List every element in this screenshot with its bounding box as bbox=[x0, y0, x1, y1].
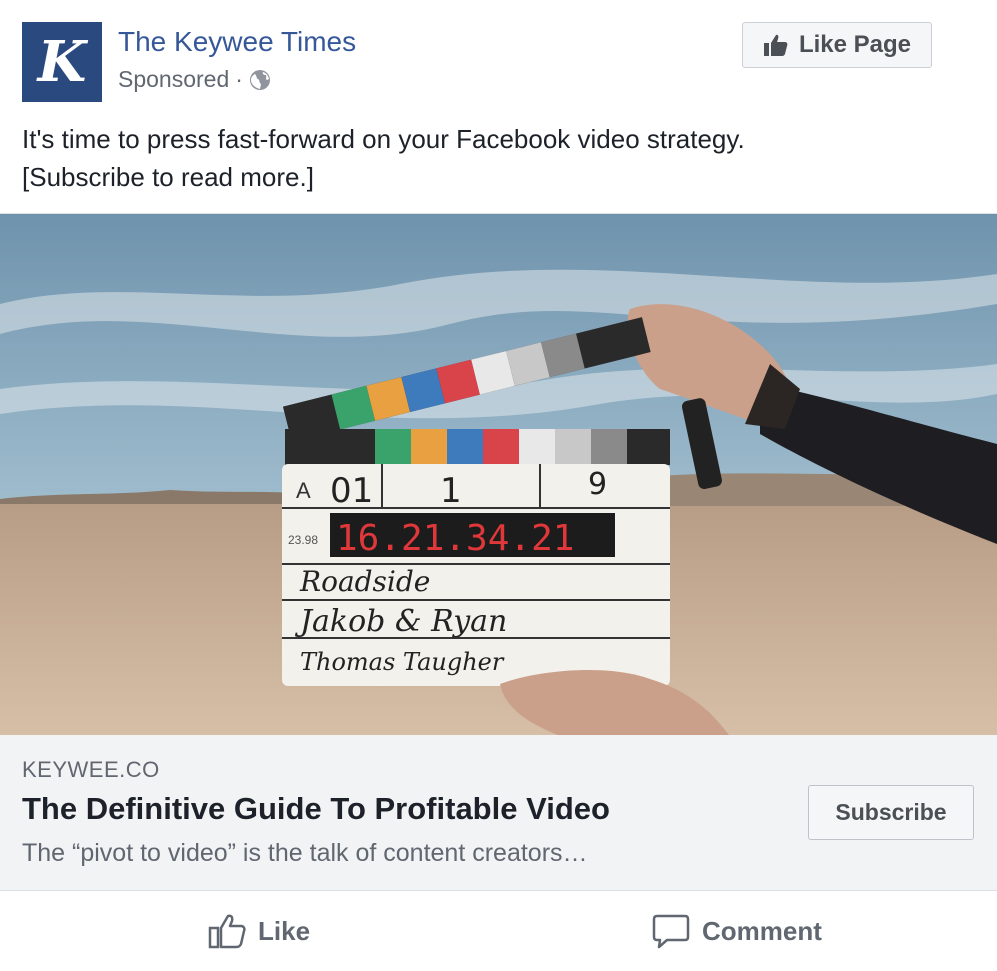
link-headline[interactable]: The Definitive Guide To Profitable Video bbox=[22, 791, 610, 827]
clapper-production: Roadside bbox=[299, 565, 430, 598]
post-text-line-2: [Subscribe to read more.] bbox=[22, 162, 314, 192]
avatar-letter: K bbox=[37, 29, 87, 95]
page-avatar[interactable]: K bbox=[22, 22, 102, 102]
like-page-label: Like Page bbox=[798, 31, 912, 58]
clapper-camera: Thomas Taugher bbox=[300, 648, 505, 676]
globe-icon[interactable] bbox=[249, 69, 271, 91]
link-domain: KEYWEE.CO bbox=[22, 757, 160, 782]
post-header: K The Keywee Times Sponsored · Like Page… bbox=[0, 0, 997, 210]
sponsored-label[interactable]: Sponsored bbox=[118, 66, 229, 93]
meta-separator: · bbox=[235, 66, 243, 92]
like-button[interactable]: Like bbox=[208, 891, 310, 971]
like-page-button[interactable]: Like Page bbox=[742, 22, 932, 68]
post-actions: Like Comment bbox=[0, 891, 997, 971]
comment-bubble-icon bbox=[652, 914, 690, 949]
clapperboard-photo: A 01 1 9 23.98 16.21.34.21 Roadside Jako… bbox=[0, 214, 997, 736]
like-label: Like bbox=[258, 915, 311, 946]
clapper-timecode: 16.21.34.21 bbox=[336, 518, 574, 559]
page-name-link[interactable]: The Keywee Times bbox=[118, 26, 356, 58]
post-text-line-1: It's time to press fast-forward on your … bbox=[22, 124, 745, 154]
thumbs-up-icon bbox=[763, 34, 788, 56]
clapper-director: Jakob & Ryan bbox=[294, 604, 507, 639]
clapper-roll: 01 bbox=[330, 471, 373, 511]
clapper-take: 9 bbox=[588, 467, 607, 502]
post-meta: Sponsored · bbox=[118, 66, 271, 93]
post-text: It's time to press fast-forward on your … bbox=[22, 120, 962, 196]
post-image[interactable]: A 01 1 9 23.98 16.21.34.21 Roadside Jako… bbox=[0, 213, 997, 736]
link-description: The “pivot to video” is the talk of cont… bbox=[22, 839, 588, 867]
svg-text:A: A bbox=[296, 478, 311, 503]
clapper-scene: 1 bbox=[440, 471, 462, 511]
comment-label: Comment bbox=[702, 915, 822, 946]
thumbs-up-outline-icon bbox=[208, 914, 246, 949]
clapper-fps: 23.98 bbox=[288, 533, 318, 547]
comment-button[interactable]: Comment bbox=[652, 891, 822, 971]
link-preview[interactable]: KEYWEE.CO The Definitive Guide To Profit… bbox=[0, 735, 997, 891]
subscribe-button[interactable]: Subscribe bbox=[808, 785, 974, 840]
